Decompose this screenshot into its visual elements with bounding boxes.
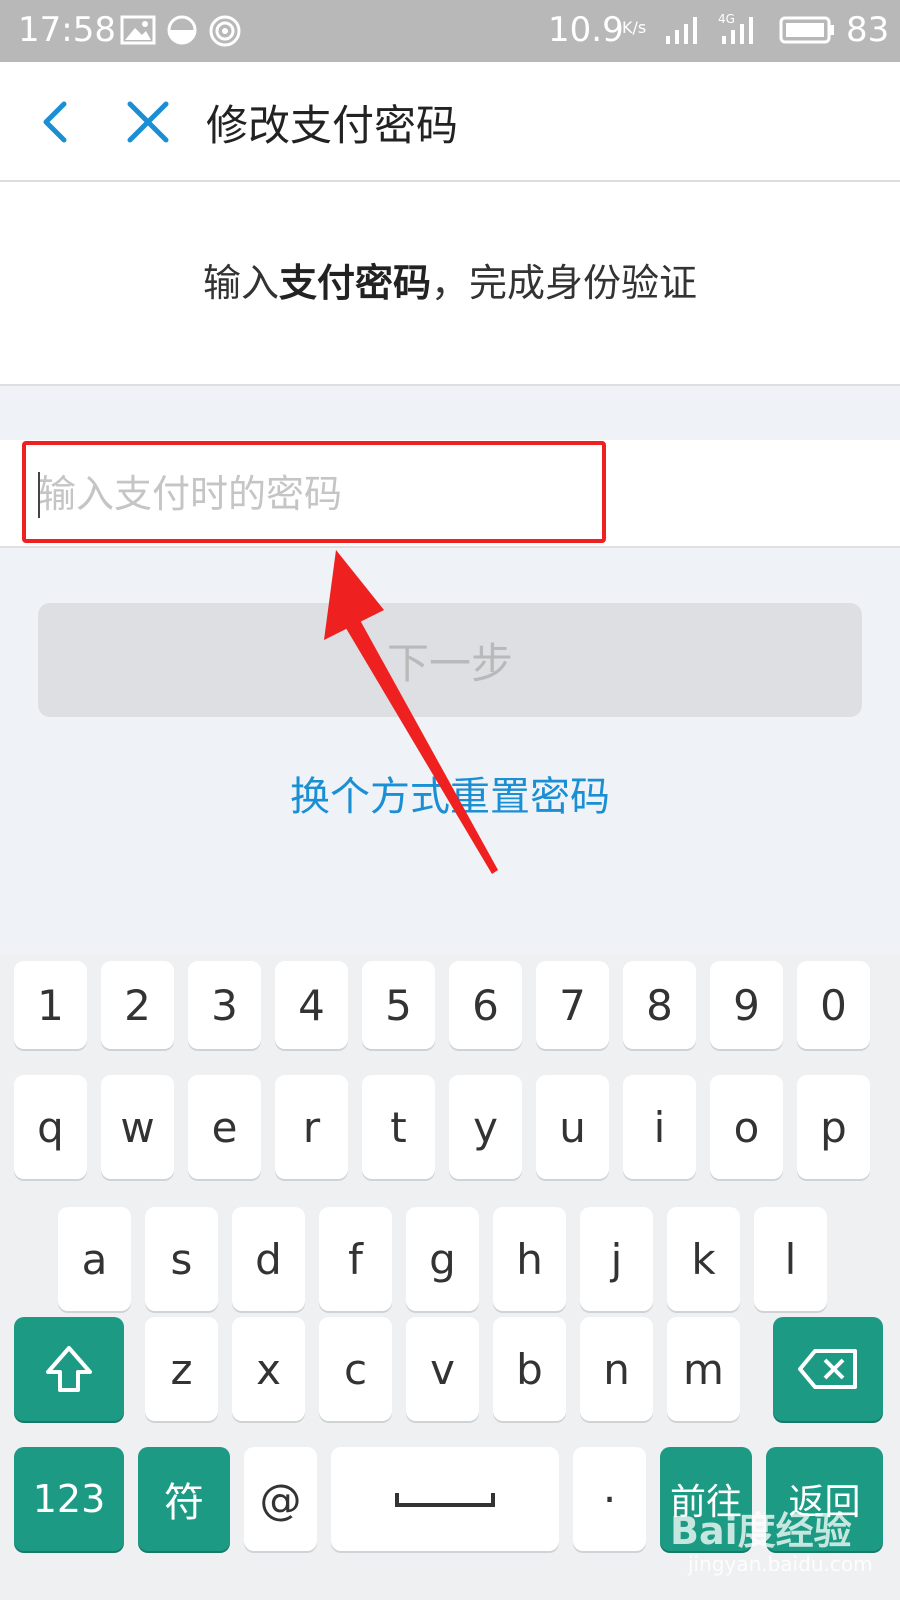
key-o[interactable]: o [710,1075,783,1179]
key-z[interactable]: z [145,1317,218,1421]
instruction-text: 输入支付密码，完成身份验证 [0,252,900,307]
key-c[interactable]: c [319,1317,392,1421]
key-p[interactable]: p [797,1075,870,1179]
key-5[interactable]: 5 [362,961,435,1049]
key-0[interactable]: 0 [797,961,870,1049]
key-1[interactable]: 1 [14,961,87,1049]
key-q[interactable]: q [14,1075,87,1179]
net-speed: 10.9 [548,10,624,50]
instruction-prefix: 输入 [202,261,279,305]
key-m[interactable]: m [667,1317,740,1421]
watermark-url: jingyan.baidu.com [688,1552,873,1576]
key-6[interactable]: 6 [449,961,522,1049]
key-e[interactable]: e [188,1075,261,1179]
key-d[interactable]: d [232,1207,305,1311]
key-2[interactable]: 2 [101,961,174,1049]
page-title: 修改支付密码 [206,101,459,150]
battery-level: 83 [846,10,890,50]
back-arrow-icon[interactable] [34,98,82,146]
space-bar-icon [395,1493,495,1507]
key-j[interactable]: j [580,1207,653,1311]
image-icon [120,15,156,45]
net-speed-unit: K/s [622,18,647,37]
key-h[interactable]: h [493,1207,566,1311]
key-v[interactable]: v [406,1317,479,1421]
key-3[interactable]: 3 [188,961,261,1049]
key-w[interactable]: w [101,1075,174,1179]
key-u[interactable]: u [536,1075,609,1179]
key-n[interactable]: n [580,1317,653,1421]
key-a[interactable]: a [58,1207,131,1311]
close-icon[interactable] [124,98,172,146]
key-4[interactable]: 4 [275,961,348,1049]
key-l[interactable]: l [754,1207,827,1311]
status-bar: 17:58 10.9 K/s 4G 83 [0,0,900,62]
shift-key[interactable] [14,1317,124,1421]
backspace-key[interactable] [773,1317,883,1421]
key-b[interactable]: b [493,1317,566,1421]
key-s[interactable]: s [145,1207,218,1311]
broadcast-icon [209,15,241,47]
key-9[interactable]: 9 [710,961,783,1049]
signal-icon [666,17,697,44]
key-x[interactable]: x [232,1317,305,1421]
key-t[interactable]: t [362,1075,435,1179]
dot-key[interactable]: · [573,1447,646,1551]
instruction-emphasis: 支付密码 [278,261,431,305]
app-header: 修改支付密码 [0,62,900,182]
backspace-icon [798,1349,857,1389]
pie-icon [167,15,197,45]
space-key[interactable] [331,1447,559,1551]
annotation-arrow-icon [324,550,498,874]
symbols-mode-key[interactable]: 符 [138,1447,230,1551]
key-k[interactable]: k [667,1207,740,1311]
signal-4g-icon [722,17,753,44]
key-y[interactable]: y [449,1075,522,1179]
battery-icon [779,16,834,44]
key-7[interactable]: 7 [536,961,609,1049]
instruction-suffix: ，完成身份验证 [431,261,698,305]
at-key[interactable]: @ [244,1447,317,1551]
numbers-mode-key[interactable]: 123 [14,1447,124,1551]
key-8[interactable]: 8 [623,961,696,1049]
watermark-logo: Bai度经验 [670,1509,852,1553]
key-f[interactable]: f [319,1207,392,1311]
instruction-area: 输入支付密码，完成身份验证 [0,182,900,386]
status-time: 17:58 [18,10,116,50]
shift-arrow-icon [46,1346,92,1392]
key-i[interactable]: i [623,1075,696,1179]
annotation-highlight-box [22,441,606,543]
key-r[interactable]: r [275,1075,348,1179]
key-g[interactable]: g [406,1207,479,1311]
